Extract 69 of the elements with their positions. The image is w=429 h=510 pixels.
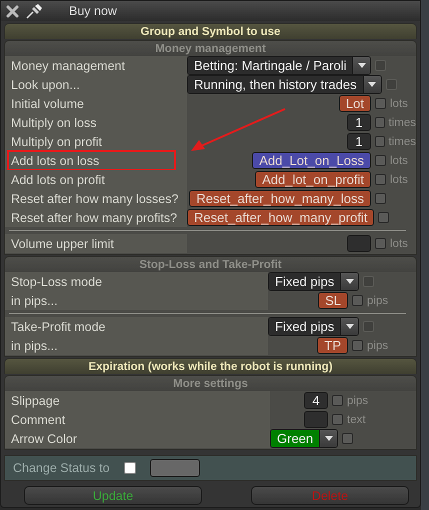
unit-label: pips bbox=[347, 394, 368, 406]
setting-label: Money management bbox=[5, 56, 187, 75]
input-field[interactable]: 4 bbox=[304, 392, 328, 409]
setting-label: in pips... bbox=[5, 291, 268, 310]
setting-label: Volume upper limit bbox=[5, 234, 187, 253]
section-header[interactable]: Money management bbox=[4, 40, 417, 56]
unit-label: lots bbox=[390, 154, 408, 166]
value-tag[interactable]: TP bbox=[317, 337, 348, 354]
section-header[interactable]: More settings bbox=[4, 375, 417, 391]
input-field[interactable] bbox=[304, 411, 328, 428]
dropdown[interactable]: Green bbox=[270, 429, 338, 448]
setting-label: in pips... bbox=[5, 336, 268, 355]
setting-label: Look upon... bbox=[5, 75, 187, 94]
value-tag[interactable]: Reset_after_how_many_loss bbox=[189, 190, 371, 207]
unit-label: text bbox=[347, 414, 366, 426]
checkbox[interactable] bbox=[375, 98, 386, 109]
checkbox[interactable] bbox=[332, 414, 343, 425]
section-header[interactable]: Group and Symbol to use bbox=[4, 23, 417, 39]
window-title: Buy now bbox=[69, 4, 117, 18]
setting-label: Reset after how many profits? bbox=[5, 208, 187, 227]
value-tag[interactable]: Reset_after_how_many_profit bbox=[187, 209, 374, 226]
value-tag[interactable]: Lot bbox=[338, 95, 371, 112]
input-field[interactable] bbox=[347, 235, 371, 252]
setting-label: Reset after how many losses? bbox=[5, 189, 187, 208]
unit-label: times bbox=[388, 136, 416, 148]
pin-icon[interactable] bbox=[25, 3, 43, 19]
checkbox[interactable] bbox=[375, 117, 385, 128]
setting-label: Multiply on loss bbox=[5, 113, 187, 132]
unit-label: times bbox=[388, 116, 416, 128]
input-field[interactable] bbox=[150, 459, 200, 477]
value-tag[interactable]: Add_lot_on_profit bbox=[255, 171, 371, 188]
setting-label: Comment bbox=[5, 410, 270, 429]
setting-label: Add lots on profit bbox=[5, 170, 187, 189]
unit-label: lots bbox=[390, 174, 408, 186]
caret-icon bbox=[346, 279, 354, 284]
update-button[interactable]: Update bbox=[24, 486, 202, 505]
checkbox[interactable] bbox=[342, 433, 354, 444]
setting-label: Stop-Loss mode bbox=[5, 272, 268, 291]
section-header[interactable]: Stop-Loss and Take-Profit bbox=[4, 256, 417, 272]
unit-label: pips bbox=[367, 340, 388, 352]
checkbox[interactable] bbox=[375, 136, 385, 147]
setting-label: Arrow Color bbox=[5, 429, 270, 448]
setting-label: Take-Profit mode bbox=[5, 317, 268, 336]
input-field[interactable]: 1 bbox=[347, 133, 371, 150]
caret-icon bbox=[324, 436, 333, 441]
status-label: Change Status to bbox=[13, 461, 110, 475]
unit-label: pips bbox=[367, 294, 388, 306]
section-header[interactable]: Expiration (works while the robot is running) bbox=[4, 358, 417, 374]
unit-label: lots bbox=[390, 238, 408, 250]
caret-icon bbox=[346, 324, 354, 329]
setting-label: Multiply on profit bbox=[5, 132, 187, 151]
checkbox[interactable] bbox=[375, 193, 386, 204]
checkbox[interactable] bbox=[378, 212, 390, 223]
checkbox[interactable] bbox=[352, 340, 363, 351]
unit-label: lots bbox=[390, 98, 408, 110]
value-tag[interactable]: Add_Lot_on_Loss bbox=[252, 152, 371, 169]
checkbox[interactable] bbox=[375, 174, 386, 185]
caret-icon bbox=[358, 63, 366, 68]
checkbox[interactable] bbox=[124, 462, 136, 474]
checkbox[interactable] bbox=[352, 295, 363, 306]
caret-icon bbox=[368, 82, 376, 87]
input-field[interactable]: 1 bbox=[347, 114, 371, 131]
checkbox[interactable] bbox=[375, 238, 386, 249]
checkbox[interactable] bbox=[332, 395, 343, 406]
value-tag[interactable]: SL bbox=[318, 292, 348, 309]
close-icon[interactable] bbox=[6, 4, 19, 18]
setting-label: Initial volume bbox=[5, 94, 187, 113]
setting-label: Slippage bbox=[5, 391, 270, 410]
checkbox[interactable] bbox=[375, 155, 386, 166]
